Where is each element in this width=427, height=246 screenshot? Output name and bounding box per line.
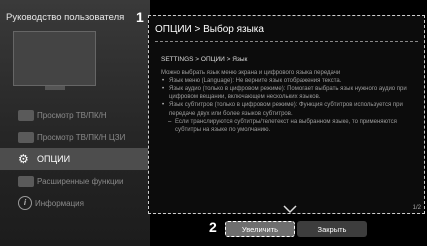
sidebar-item-watch-tv[interactable]: Просмотр ТВ/ПК/Н: [0, 104, 150, 126]
list-item: Язык меню (Language): Не верните язык от…: [161, 77, 417, 85]
tv-icon: [18, 109, 34, 121]
sidebar-item-label: Информация: [35, 198, 84, 208]
enlarge-button[interactable]: Увеличить: [225, 221, 295, 237]
close-button[interactable]: Закрыть: [297, 221, 367, 237]
gear-icon: ⚙: [18, 152, 29, 166]
sidebar-item-watch-tv-digital[interactable]: Просмотр ТВ/ПК/Н ЦЗИ: [0, 126, 150, 148]
sidebar: Руководство пользователя Просмотр ТВ/ПК/…: [0, 0, 155, 246]
chevron-down-icon[interactable]: [283, 204, 297, 214]
sidebar-item-label: Расширенные функции: [37, 176, 124, 186]
article-list: Язык меню (Language): Не верните язык от…: [161, 77, 417, 134]
list-item: Если транслируются субтитры/телетекст на…: [161, 118, 417, 134]
callout-2: 2: [209, 219, 217, 235]
article-body: SETTINGS > ОПЦИИ > Язык Можно выбрать яз…: [161, 56, 417, 134]
tv-thumbnail: [13, 31, 96, 86]
tv-stand: [45, 86, 65, 90]
list-item: Язык субтитров (только в цифровом режиме…: [161, 101, 417, 117]
panel-title: ОПЦИИ > Выбор языка: [155, 24, 264, 35]
sidebar-menu: Просмотр ТВ/ПК/Н Просмотр ТВ/ПК/Н ЦЗИ ⚙ …: [0, 104, 155, 214]
sidebar-item-options[interactable]: ⚙ ОПЦИИ: [0, 148, 155, 170]
callout-1: 1: [136, 9, 144, 25]
sidebar-item-label: Просмотр ТВ/ПК/Н: [37, 110, 107, 120]
feature-icon: [18, 175, 34, 187]
sidebar-item-advanced[interactable]: Расширенные функции: [0, 170, 150, 192]
sidebar-item-info[interactable]: i Информация: [0, 192, 150, 214]
sidebar-item-label: ОПЦИИ: [37, 154, 71, 164]
article-intro: Можно выбрать язык меню экрана и цифрово…: [161, 70, 341, 77]
info-icon: i: [18, 196, 32, 210]
page-counter: 1/2: [412, 205, 421, 211]
article-heading: SETTINGS > ОПЦИИ > Язык: [161, 56, 248, 63]
sidebar-title: Руководство пользователя: [6, 12, 125, 23]
tv-icon: [18, 131, 34, 143]
sidebar-item-label: Просмотр ТВ/ПК/Н ЦЗИ: [37, 132, 126, 142]
help-panel: ОПЦИИ > Выбор языка SETTINGS > ОПЦИИ > Я…: [148, 15, 425, 214]
header-divider: [155, 41, 418, 42]
list-item: Язык аудио (только в цифровом режиме): П…: [161, 85, 417, 101]
